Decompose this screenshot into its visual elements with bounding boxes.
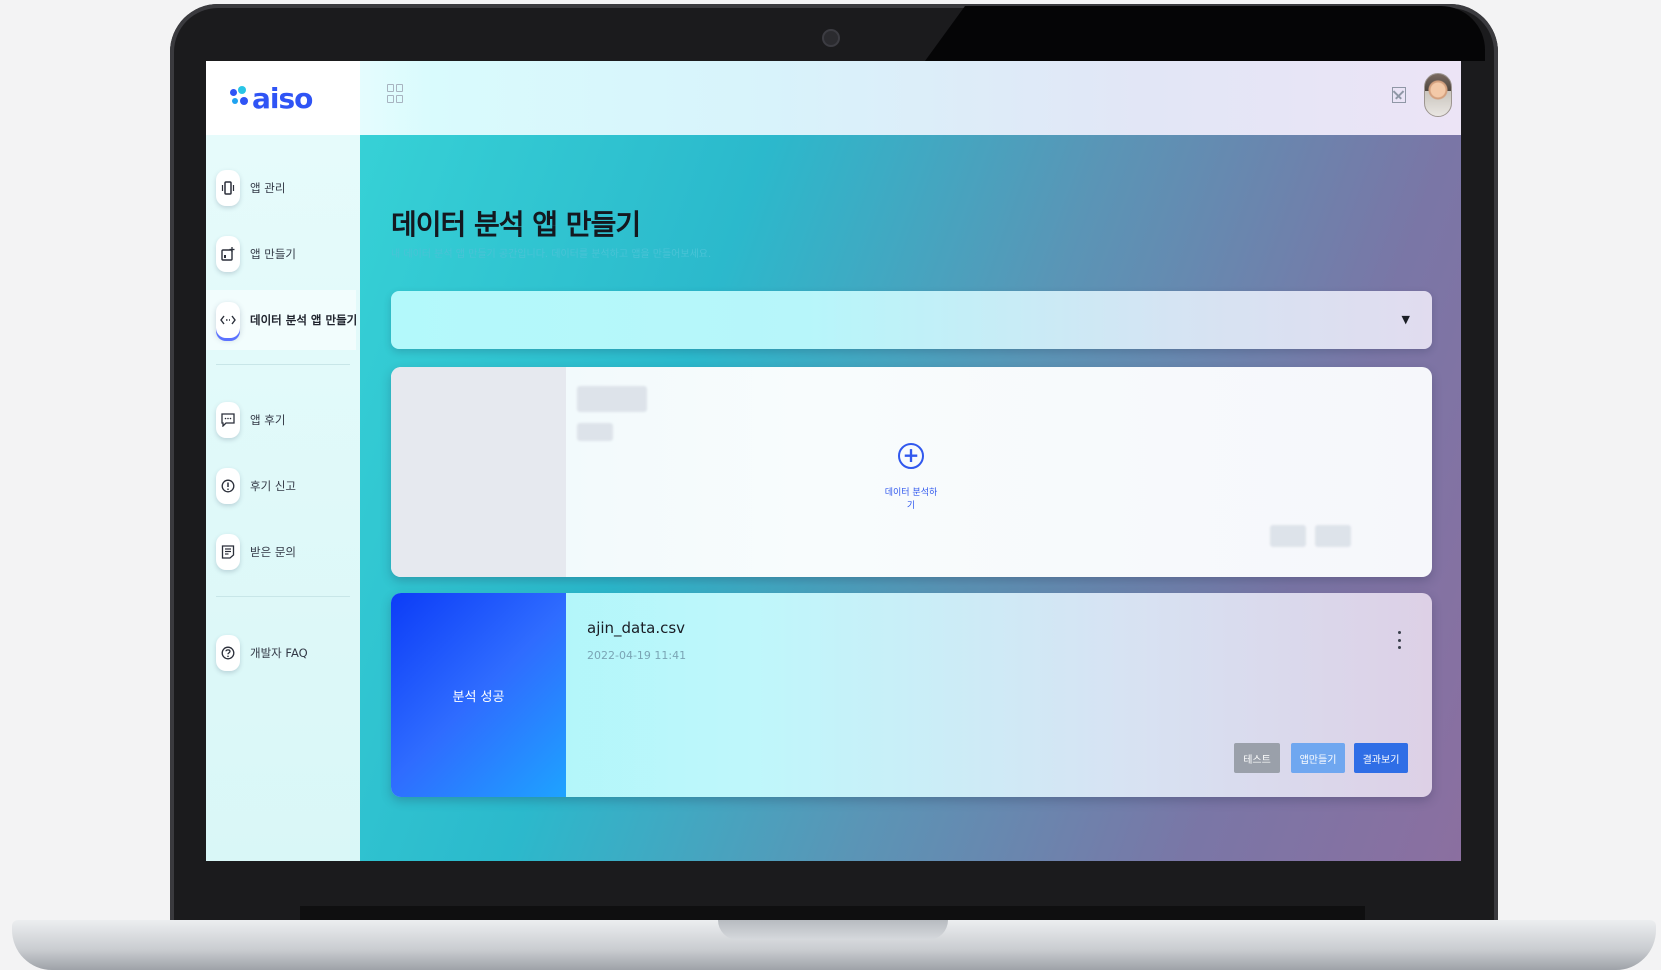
sidebar-item-data-analysis-app[interactable]: 데이터 분석 앱 만들기 <box>206 290 358 350</box>
caret-down-icon: ▼ <box>1401 313 1410 326</box>
sidebar-item-label: 데이터 분석 앱 만들기 <box>250 313 358 327</box>
laptop-base-notch <box>718 920 948 940</box>
code-icon <box>216 302 240 338</box>
sidebar-item-label: 앱 후기 <box>250 413 286 427</box>
page-title: 데이터 분석 앱 만들기 <box>391 208 641 241</box>
new-analysis-card[interactable]: + 데이터 분석하기 <box>391 367 1432 577</box>
sidebar-item-label: 후기 신고 <box>250 479 296 493</box>
make-app-button[interactable]: 앱만들기 <box>1291 743 1345 773</box>
analysis-status-label: 분석 성공 <box>452 689 505 705</box>
skeleton-block <box>1270 525 1306 547</box>
sidebar-item-app-reviews[interactable]: 앱 후기 <box>206 390 356 450</box>
phone-vibrate-icon <box>216 170 240 206</box>
analysis-result-card: 분석 성공 ajin_data.csv 2022-04-19 11:41 테스트… <box>391 593 1432 797</box>
logo-text: aiso <box>252 81 313 115</box>
avatar[interactable] <box>1424 73 1452 117</box>
more-vertical-icon[interactable] <box>1398 631 1402 649</box>
sidebar-item-label: 앱 관리 <box>250 181 286 195</box>
sidebar: 앱 관리 앱 만들기 데이터 분석 앱 만들기 앱 후기 후기 신고 받은 문의… <box>206 135 360 861</box>
help-circle-icon <box>216 635 240 671</box>
sidebar-divider <box>216 364 350 365</box>
bezel-bottom <box>300 906 1365 920</box>
top-bar: aiso <box>206 61 1461 135</box>
skeleton-block <box>1315 525 1351 547</box>
sidebar-divider <box>216 596 350 597</box>
sidebar-item-label: 개발자 FAQ <box>250 646 308 660</box>
chat-bubble-icon <box>216 402 240 438</box>
select-dropdown[interactable]: ▼ <box>391 291 1432 349</box>
alert-circle-icon <box>216 468 240 504</box>
camera-icon <box>822 29 840 47</box>
main-content: 데이터 분석 앱 만들기 내 데이터 분석 앱 만들기 공간입니다. 데이터를 … <box>360 135 1461 861</box>
result-thumbnail[interactable]: 분석 성공 <box>391 593 566 797</box>
skeleton-block <box>577 386 647 412</box>
card-thumbnail-placeholder <box>391 367 566 577</box>
sidebar-item-label: 받은 문의 <box>250 545 296 559</box>
page-subtitle: 내 데이터 분석 앱 만들기 공간입니다. 데이터를 분석하고 앱을 만들어보세… <box>391 249 712 260</box>
screen-glare <box>925 6 1485 61</box>
sidebar-item-received-inquiries[interactable]: 받은 문의 <box>206 522 356 582</box>
mail-icon[interactable] <box>1392 87 1406 103</box>
view-results-button[interactable]: 결과보기 <box>1354 743 1408 773</box>
new-analysis-label[interactable]: 데이터 분석하기 <box>881 485 941 511</box>
skeleton-block <box>577 423 613 441</box>
file-name: ajin_data.csv <box>587 619 686 637</box>
plus-circle-icon[interactable]: + <box>898 443 924 469</box>
logo[interactable]: aiso <box>206 61 360 135</box>
document-icon <box>216 534 240 570</box>
file-date: 2022-04-19 11:41 <box>587 649 687 662</box>
sidebar-item-app-management[interactable]: 앱 관리 <box>206 158 356 218</box>
sidebar-item-label: 앱 만들기 <box>250 247 296 261</box>
sidebar-item-review-reports[interactable]: 후기 신고 <box>206 456 356 516</box>
test-button[interactable]: 테스트 <box>1234 743 1280 773</box>
app-screen: aiso 앱 관리 앱 만들기 데이터 분석 앱 만들기 앱 후기 후기 신고 … <box>206 61 1461 861</box>
sidebar-item-create-app[interactable]: 앱 만들기 <box>206 224 356 284</box>
logo-mark <box>230 86 250 110</box>
grid-menu-icon[interactable] <box>387 84 403 104</box>
sidebar-item-developer-faq[interactable]: 개발자 FAQ <box>206 623 356 683</box>
add-app-icon <box>216 236 240 272</box>
